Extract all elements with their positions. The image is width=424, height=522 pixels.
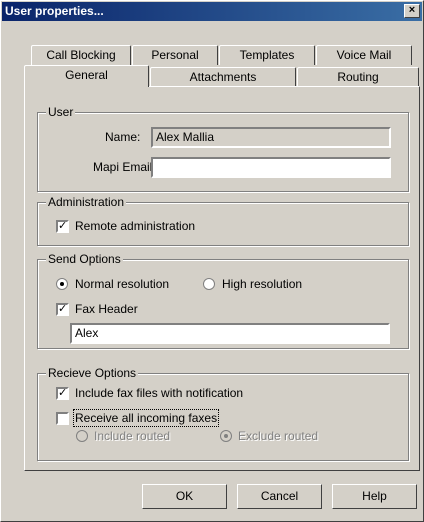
normal-resolution-label[interactable]: Normal resolution xyxy=(75,277,169,291)
remote-admin-label[interactable]: Remote administration xyxy=(75,219,195,233)
name-field: Alex Mallia xyxy=(151,127,391,148)
fax-header-label[interactable]: Fax Header xyxy=(75,302,138,316)
receive-all-checkbox[interactable] xyxy=(56,412,69,425)
window-title: User properties... xyxy=(5,4,104,18)
send-options-legend: Send Options xyxy=(46,252,123,266)
user-properties-dialog: User properties... × Call Blocking Perso… xyxy=(0,0,424,522)
receive-options-legend: Recieve Options xyxy=(46,366,139,380)
include-routed-label[interactable]: Include routed xyxy=(94,429,170,443)
receive-all-label[interactable]: Receive all incoming faxes xyxy=(72,409,220,427)
send-options-group: Send Options Normal resolution High reso… xyxy=(37,252,409,349)
remote-admin-checkbox[interactable]: ✓ xyxy=(56,220,69,233)
fax-header-checkbox[interactable]: ✓ xyxy=(56,303,69,316)
tab-call-blocking[interactable]: Call Blocking xyxy=(31,45,131,65)
include-fax-files-checkbox[interactable]: ✓ xyxy=(56,387,69,400)
exclude-routed-label[interactable]: Exclude routed xyxy=(238,429,318,443)
tab-templates[interactable]: Templates xyxy=(219,45,315,65)
exclude-routed-radio[interactable] xyxy=(220,430,232,442)
receive-options-group: Recieve Options ✓ Include fax files with… xyxy=(37,366,409,461)
normal-resolution-radio[interactable] xyxy=(56,278,68,290)
tab-personal[interactable]: Personal xyxy=(132,45,218,65)
close-icon[interactable]: × xyxy=(404,4,420,18)
tab-routing[interactable]: Routing xyxy=(297,67,419,87)
fax-header-input[interactable]: Alex xyxy=(70,323,390,344)
general-tab-panel: User Name: Alex Mallia Mapi Email: Admin… xyxy=(24,86,420,471)
administration-group: Administration ✓ Remote administration xyxy=(37,195,409,246)
include-fax-files-label[interactable]: Include fax files with notification xyxy=(75,386,243,400)
administration-group-legend: Administration xyxy=(46,195,127,209)
name-label: Name: xyxy=(105,130,141,144)
include-routed-radio[interactable] xyxy=(76,430,88,442)
mapi-email-input[interactable] xyxy=(151,157,391,178)
tab-voice-mail[interactable]: Voice Mail xyxy=(316,45,412,65)
cancel-button[interactable]: Cancel xyxy=(237,484,322,509)
title-bar[interactable]: User properties... × xyxy=(2,2,422,21)
user-group: User Name: Alex Mallia Mapi Email: xyxy=(37,105,409,192)
high-resolution-label[interactable]: High resolution xyxy=(222,277,302,291)
ok-button[interactable]: OK xyxy=(142,484,227,509)
high-resolution-radio[interactable] xyxy=(203,278,215,290)
tab-attachments[interactable]: Attachments xyxy=(150,67,296,87)
help-button[interactable]: Help xyxy=(332,484,417,509)
tab-general[interactable]: General xyxy=(24,65,149,87)
mapi-email-label: Mapi Email: xyxy=(93,160,156,174)
user-group-legend: User xyxy=(46,105,76,119)
